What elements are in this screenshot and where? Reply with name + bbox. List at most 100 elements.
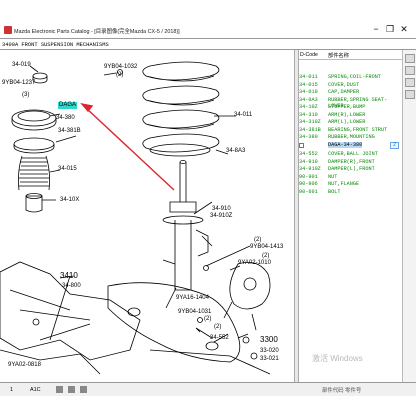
- callout-label[interactable]: 9YB04-1413: [250, 244, 283, 251]
- part-name: COVER,DUST: [328, 81, 360, 88]
- part-row[interactable]: 34-381B BEARING,FRONT STRUT: [299, 127, 402, 135]
- callout-label[interactable]: 33-020: [260, 348, 279, 355]
- callout-qty: (3): [22, 92, 30, 98]
- title-bar: Mazda Electronic Parts Catalog - [目录图像(完…: [0, 0, 416, 38]
- part-name: NUT,FLANGE: [328, 181, 360, 187]
- part-name: BOLT: [328, 188, 341, 195]
- callout-label[interactable]: 34-019: [12, 62, 31, 69]
- part-row[interactable]: 34-380 RUBBER,MOUNTING: [299, 134, 402, 142]
- part-row[interactable]: 34-552 COVER,BALL JOINT: [299, 151, 402, 159]
- part-name: ARM(R),LOWER: [328, 111, 366, 118]
- window-controls: − ❐ ✕: [370, 23, 410, 35]
- part-row[interactable]: 34-019 CAP,DAMPER: [299, 89, 402, 97]
- toolbar-button[interactable]: [405, 66, 415, 75]
- callout-label[interactable]: 34-910: [212, 206, 231, 213]
- part-row[interactable]: 34-0A3 RUBBER,SPRING SEAT-LOWER: [299, 96, 402, 109]
- nav-icon[interactable]: [80, 386, 87, 393]
- callout-label-highlighted[interactable]: DAGA: [58, 102, 78, 109]
- part-name: COVER,BALL JOINT: [328, 151, 378, 157]
- diagram-drawing: [0, 61, 271, 375]
- part-row[interactable]: 90-901 NUT: [299, 174, 402, 182]
- callout-label[interactable]: 34-10X: [60, 197, 79, 204]
- minimize-button[interactable]: −: [370, 23, 382, 35]
- figure-title: 3400A FRONT SUSPENSION MECHANISMS: [2, 42, 109, 48]
- restore-button[interactable]: ❐: [384, 23, 396, 35]
- part-code: 34-015: [299, 81, 318, 88]
- callout-label[interactable]: 34-380: [56, 115, 75, 122]
- callout-qty: (2): [262, 253, 270, 259]
- status-bar: 1 A1C 部件代码 零件号: [0, 382, 416, 396]
- part-row[interactable]: 34-310Z ARM(L),LOWER: [299, 119, 402, 127]
- print-icon[interactable]: [56, 386, 63, 393]
- status-columns: 部件代码 零件号: [322, 388, 362, 394]
- part-row[interactable]: 34-015 COVER,DUST: [299, 82, 402, 90]
- part-code: 34-310: [299, 111, 318, 118]
- app-icon: [4, 26, 12, 34]
- callout-label[interactable]: 34-552: [210, 335, 229, 342]
- row-checkbox[interactable]: [299, 143, 304, 148]
- callout-label[interactable]: 34-011: [234, 112, 252, 119]
- callout-label[interactable]: 34-800: [62, 283, 81, 290]
- part-code: 34-381B: [299, 126, 321, 133]
- part-code: 34-310Z: [299, 119, 321, 125]
- callout-label[interactable]: 34-8A3: [226, 148, 245, 155]
- callout-label[interactable]: 9YA16-1404: [176, 295, 209, 302]
- part-row[interactable]: 34-310 ARM(R),LOWER: [299, 112, 402, 120]
- part-code: 34-552: [299, 151, 318, 157]
- part-code: 34-10Z: [299, 104, 318, 110]
- callout-label[interactable]: 34-015: [58, 166, 77, 173]
- callout-qty: (2): [254, 237, 262, 243]
- callout-qty: (2): [214, 324, 222, 330]
- part-row-selected[interactable]: DAGA-34-380: [299, 142, 402, 150]
- part-code: 34-910Z: [299, 166, 321, 172]
- part-name: DAMPER(R),FRONT: [328, 158, 375, 165]
- toolbar-button[interactable]: [405, 54, 415, 63]
- part-name: DAMPER(L),FRONT: [328, 166, 375, 172]
- figure-header: 3400A FRONT SUSPENSION MECHANISMS: [0, 38, 416, 50]
- zoom-icon[interactable]: [68, 386, 75, 393]
- callout-qty: (2): [116, 72, 124, 78]
- column-header-code[interactable]: D-Code: [300, 52, 318, 58]
- callout-label[interactable]: 9YB04-1237: [2, 80, 35, 87]
- callout-label[interactable]: 34-910Z: [210, 213, 232, 220]
- part-row[interactable]: 90-906 NUT,FLANGE: [299, 181, 402, 189]
- callout-label[interactable]: 3300: [260, 336, 278, 344]
- callout-qty: (2): [204, 316, 212, 322]
- part-name: CAP,DAMPER: [328, 89, 360, 95]
- part-row[interactable]: 34-10Z STOPPER,BUMP: [299, 104, 402, 112]
- callout-label[interactable]: 34-381B: [58, 128, 81, 135]
- toolbar-button[interactable]: [405, 78, 415, 87]
- part-code: 90-906: [299, 181, 318, 187]
- part-code: 90-901: [299, 173, 318, 180]
- part-name: STOPPER,BUMP: [328, 104, 366, 110]
- part-row[interactable]: 34-910Z DAMPER(L),FRONT: [299, 166, 402, 174]
- window-bottom: [0, 396, 416, 416]
- part-row[interactable]: 34-910 DAMPER(R),FRONT: [299, 159, 402, 167]
- part-code: 34-910: [299, 158, 318, 165]
- callout-label[interactable]: 9YB04-1031: [178, 309, 211, 316]
- close-button[interactable]: ✕: [398, 23, 410, 35]
- part-code: 34-0A3: [299, 96, 318, 103]
- column-header-name[interactable]: 部件名称: [328, 52, 349, 59]
- quantity-field[interactable]: 2: [390, 142, 399, 149]
- callout-label[interactable]: 9YB04-1032: [104, 64, 137, 71]
- callout-label[interactable]: 9YA02-1010: [238, 260, 271, 267]
- part-code: 34-019: [299, 89, 318, 95]
- status-page: 1: [10, 387, 13, 393]
- part-code: 34-380: [299, 134, 318, 140]
- activation-watermark: 激活 Windows: [312, 354, 363, 363]
- part-row[interactable]: 90-601 BOLT: [299, 189, 402, 197]
- callout-label[interactable]: 9YA02-0818: [8, 362, 41, 369]
- part-name: BEARING,FRONT STRUT: [328, 126, 388, 133]
- part-row[interactable]: 34-011 SPRING,COIL-FRONT: [299, 74, 402, 82]
- parts-list-panel: D-Code 部件名称 34-011 SPRING,COIL-FRONT 34-0…: [299, 50, 402, 382]
- part-name: ARM(L),LOWER: [328, 119, 366, 125]
- right-toolbar: [402, 50, 416, 382]
- parts-diagram[interactable]: 34-019 9YB04-1032 (2) 9YB04-1237 (3) DAG…: [0, 50, 294, 382]
- part-name: NUT: [328, 173, 338, 180]
- parts-list-header: D-Code 部件名称: [299, 50, 402, 60]
- toolbar-button[interactable]: [405, 90, 415, 99]
- callout-label[interactable]: 3410: [60, 272, 78, 280]
- callout-label[interactable]: 33-021: [260, 356, 279, 363]
- window-title: Mazda Electronic Parts Catalog - [目录图像(完…: [14, 29, 180, 35]
